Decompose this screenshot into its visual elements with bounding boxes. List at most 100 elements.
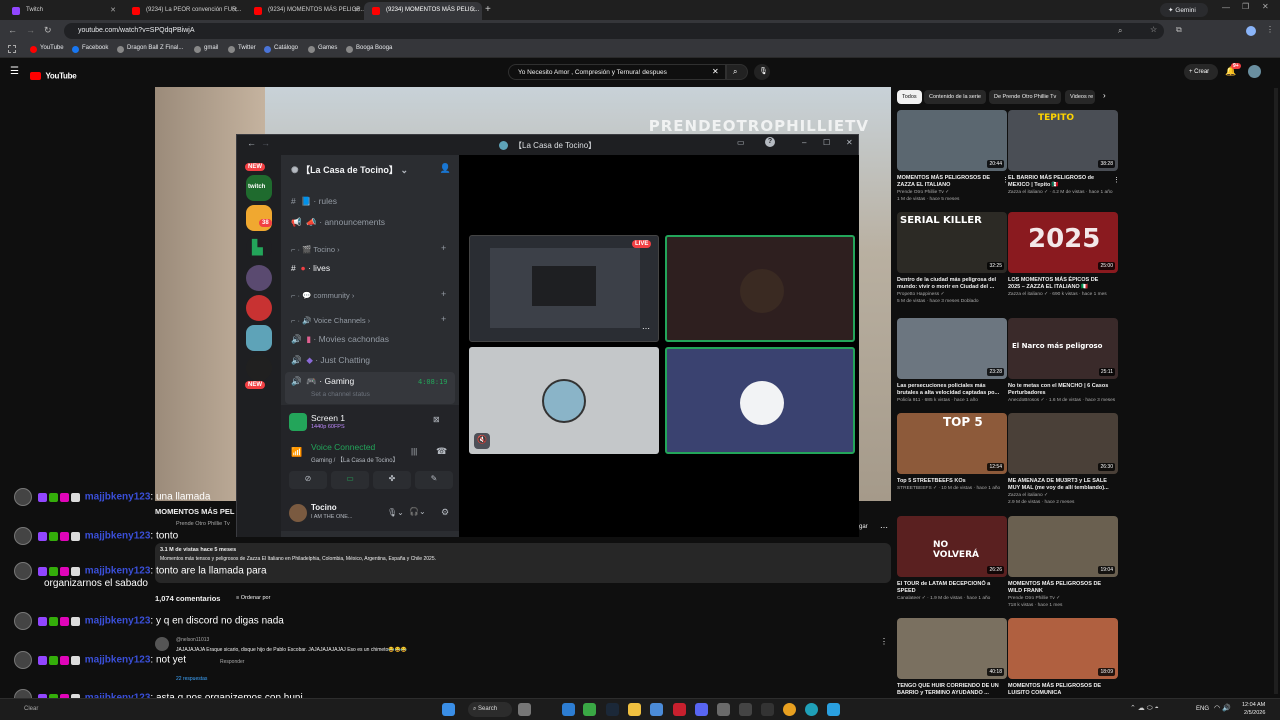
extensions-icon[interactable]: ⧉	[1176, 25, 1182, 35]
channel-lives[interactable]: # ● · lives	[291, 263, 330, 273]
app-icon[interactable]	[650, 703, 663, 716]
mic-icon[interactable]: 🎙⌄	[387, 508, 404, 517]
chip-series[interactable]: Contenido de la serie	[924, 90, 986, 104]
more-icon[interactable]: ⋯	[642, 324, 650, 333]
category-community[interactable]: ⌐ · 💬 community ›	[291, 291, 354, 300]
bookmark-item[interactable]: Games	[308, 45, 337, 53]
apps-icon[interactable]	[8, 45, 16, 53]
comment-menu-icon[interactable]: ⋮	[880, 637, 888, 646]
zoom-icon[interactable]: ⌕	[1118, 26, 1122, 36]
server-icon[interactable]	[246, 355, 272, 381]
language-indicator[interactable]: ENG	[1196, 706, 1209, 712]
bookmark-item[interactable]: Twitter	[228, 45, 256, 53]
server-icon[interactable]	[246, 205, 272, 231]
sort-comments-button[interactable]: ≡ Ordenar por	[236, 595, 270, 601]
menu-icon[interactable]: ⋮	[1266, 25, 1274, 34]
card-menu-icon[interactable]: ⋮	[1002, 176, 1009, 184]
tab-youtube-1[interactable]: (9234) La PEOR convención FUR... ✕	[124, 2, 244, 20]
forward-arrow-icon[interactable]: →	[261, 138, 270, 148]
server-icon[interactable]: ▙	[246, 235, 272, 261]
edge-icon[interactable]	[805, 703, 818, 716]
start-menu-icon[interactable]	[442, 703, 455, 716]
recommended-video[interactable]: 19:04 MOMENTOS MÁS PELIGROSOS DE WILD FR…	[1008, 516, 1118, 609]
minimize-icon[interactable]: –	[802, 138, 806, 147]
search-button[interactable]: ⌕	[726, 64, 748, 80]
inbox-icon[interactable]: ▭	[737, 138, 745, 147]
app-icon[interactable]	[761, 703, 774, 716]
recommended-video[interactable]: 20:44 MOMENTOS MÁS PELIGROSOS DE ZAZZA E…	[897, 110, 1007, 203]
server-tocino[interactable]	[246, 325, 272, 351]
add-member-icon[interactable]: 👤	[440, 163, 451, 174]
reload-icon[interactable]: ↻	[44, 25, 52, 36]
chip-related[interactable]: Videos re	[1065, 90, 1095, 104]
bookmark-item[interactable]: YouTube	[30, 45, 64, 53]
bookmark-item[interactable]: Catálogo	[264, 45, 298, 53]
more-options-icon[interactable]: ⋯	[880, 523, 888, 532]
recommended-video[interactable]: El Narco más peligroso 25:11 No te metas …	[1008, 318, 1118, 404]
clock-time[interactable]: 12:04 AM	[1242, 702, 1265, 708]
disconnect-icon[interactable]: ☎	[436, 446, 447, 457]
add-channel-icon[interactable]: +	[441, 243, 446, 253]
close-icon[interactable]: ✕	[354, 6, 360, 14]
recommended-video[interactable]: 23:28 Las persecuciones policiales más b…	[897, 318, 1007, 404]
stop-stream-icon[interactable]: ⊠	[433, 415, 440, 424]
recommended-video[interactable]: 18:09 MOMENTOS MÁS PELIGROSOS DE LUISITO…	[1008, 618, 1118, 697]
new-tab-button[interactable]: +	[485, 4, 491, 15]
scrollbar[interactable]	[1274, 88, 1278, 694]
forward-icon[interactable]: →	[26, 25, 35, 35]
recommended-video[interactable]: NO VOLVERÁ 26:26 El TOUR de LATAM DECEPCI…	[897, 516, 1007, 602]
recommended-video[interactable]: 2025 25:00 LOS MOMENTOS MÁS ÉPICOS DE 202…	[1008, 212, 1118, 298]
minimize-button[interactable]: —	[1222, 3, 1230, 12]
voice-search-button[interactable]: 🎙	[754, 64, 770, 80]
app-icon[interactable]	[562, 703, 575, 716]
chip-channel[interactable]: De Prende Otro Phillie Tv	[989, 90, 1062, 104]
add-channel-icon[interactable]: +	[441, 314, 446, 324]
headphones-icon[interactable]: 🎧⌄	[409, 507, 426, 516]
participant-tile[interactable]: 🔇	[469, 347, 659, 454]
discord-window[interactable]: ← → 【La Casa de Tocino】 ▭ ? – ☐ ✕ NEW tw…	[236, 134, 859, 537]
close-icon[interactable]: ✕	[470, 6, 476, 14]
user-avatar[interactable]	[289, 504, 307, 522]
clock-date[interactable]: 2/5/2026	[1244, 710, 1265, 716]
category-tocino[interactable]: ⌐ · 🎬 Tocino ›	[291, 245, 340, 254]
voice-detail[interactable]: Gaming / 【La Casa de Tocino】	[311, 455, 399, 464]
channel-announcements[interactable]: 📢 📣 · announcements	[291, 217, 385, 228]
bookmark-item[interactable]: Dragon Ball Z Final...	[117, 45, 183, 53]
back-icon[interactable]: ←	[8, 25, 17, 35]
bookmark-item[interactable]: gmail	[194, 45, 218, 53]
chat-username[interactable]: majjbkeny123	[85, 616, 151, 627]
back-arrow-icon[interactable]: ←	[247, 138, 256, 148]
server-icon[interactable]	[246, 295, 272, 321]
system-tray-icons[interactable]: ⌃ ☁ ⬭ ◓	[1130, 704, 1159, 713]
restore-button[interactable]: ❐	[1242, 2, 1249, 11]
profile-avatar[interactable]	[1246, 26, 1256, 36]
gemini-button[interactable]: ✦ Gemini	[1160, 3, 1208, 17]
recommended-video[interactable]: TOP 5 12:54 Top 5 STREETBEEFS KOs STREETB…	[897, 413, 1007, 492]
close-icon[interactable]: ✕	[110, 6, 116, 14]
recommended-video[interactable]: TEPITO 38:28 EL BARRIO MÁS PELIGROSO de M…	[1008, 110, 1118, 196]
bookmark-item[interactable]: Facebook	[72, 45, 108, 53]
replies-toggle[interactable]: 22 respuestas	[176, 676, 207, 682]
channel-rules[interactable]: # 📘 · rules	[291, 196, 337, 207]
youtube-logo[interactable]: YouTube	[30, 67, 77, 85]
app-icon[interactable]	[717, 703, 730, 716]
soundboard-button[interactable]: ✎	[415, 471, 453, 489]
create-button[interactable]: + Crear	[1184, 64, 1218, 80]
noise-suppression-icon[interactable]: |||	[411, 447, 417, 456]
app-icon[interactable]	[739, 703, 752, 716]
app-icon[interactable]	[583, 703, 596, 716]
url-field[interactable]: youtube.com/watch?v=SPQdqPBiwjA	[64, 23, 1164, 39]
tab-youtube-2[interactable]: (9234) MOMENTOS MÁS PELIGR... ✕	[246, 2, 366, 20]
taskbar-search[interactable]: ⌕ Search	[468, 702, 512, 717]
server-icon[interactable]	[246, 265, 272, 291]
server-twitch[interactable]: twitch	[246, 175, 272, 201]
chat-username[interactable]: majjbkeny123	[85, 531, 151, 542]
share-button-fragment[interactable]: gar	[859, 524, 868, 530]
network-icon[interactable]: ◠ 🔊	[1214, 704, 1231, 712]
recommended-video[interactable]: 40:18 TENGO QUE HUIR CORRIENDO DE UN BAR…	[897, 618, 1007, 697]
voice-channel-gaming[interactable]: 🔊 🎮 · Gaming 4:08:19 Set a channel statu…	[285, 372, 455, 404]
bookmark-star-icon[interactable]: ☆	[1150, 25, 1157, 34]
chat-username[interactable]: majjbkeny123	[85, 492, 151, 503]
chrome-icon[interactable]	[783, 703, 796, 716]
close-window-button[interactable]: ✕	[1262, 2, 1269, 11]
